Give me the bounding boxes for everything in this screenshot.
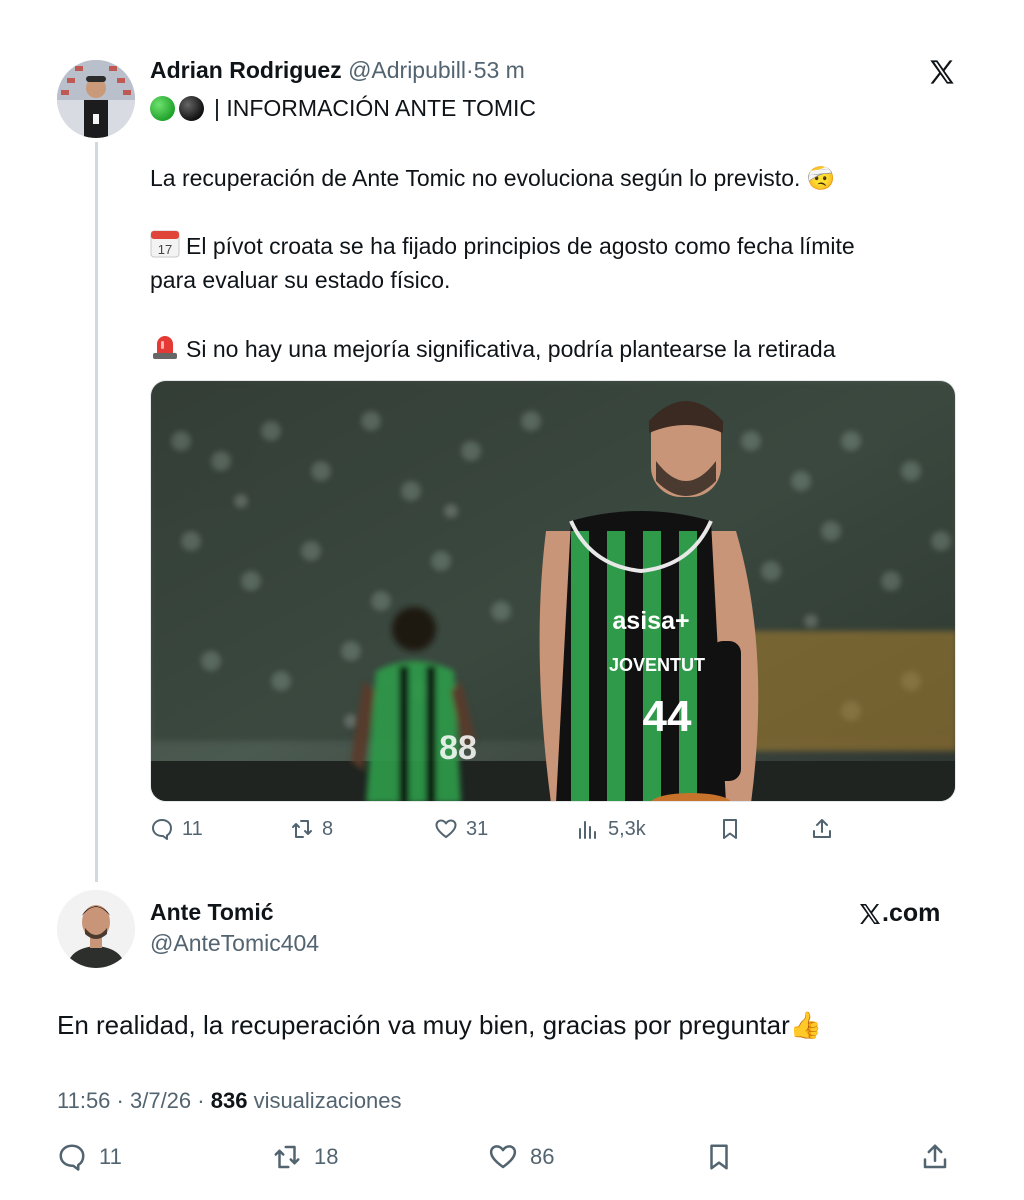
calendar-emoji-icon: 17 — [150, 228, 180, 267]
reply-tweet-text: En realidad, la recuperación va muy bien… — [57, 1010, 823, 1040]
reply-like-count: 86 — [530, 1144, 555, 1169]
repost-count: 8 — [322, 817, 334, 840]
views-button[interactable]: 5,3k — [576, 817, 646, 841]
reply-reply-button[interactable]: 11 — [57, 1142, 122, 1172]
share-icon — [813, 819, 831, 838]
calendar-day: 17 — [158, 242, 172, 257]
reply-views-label: visualizaciones — [253, 1088, 402, 1113]
like-button[interactable]: 31 — [434, 817, 488, 841]
reply-reply-count: 11 — [99, 1144, 122, 1169]
views-chart-icon — [579, 821, 596, 839]
tweet-paragraph-3: Si no hay una mejoría significativa, pod… — [150, 331, 835, 370]
reply-icon — [59, 1144, 85, 1171]
siren-emoji-icon — [150, 331, 180, 370]
jersey-team: JOVENTUT — [609, 655, 705, 675]
share-icon — [923, 1144, 947, 1169]
tweet-header: Adrian Rodriguez @Adripubill·53 m — [150, 57, 525, 84]
reply-button[interactable]: 11 — [150, 817, 203, 841]
reply-count: 11 — [182, 817, 203, 840]
headline-text: | INFORMACIÓN ANTE TOMIC — [214, 95, 537, 121]
x-com-brand[interactable]: .com — [858, 899, 940, 928]
bookmark-icon — [723, 819, 737, 839]
tweet-action-bar: 11 8 31 5,3k — [150, 815, 850, 849]
author-avatar[interactable] — [57, 60, 135, 138]
jersey-number: 44 — [643, 692, 692, 741]
author-handle[interactable]: @Adripubill — [348, 57, 466, 83]
tweet-paragraph-2-line-1: 17 El pívot croata se ha fijado principi… — [150, 228, 855, 267]
tweet-time[interactable]: 53 m — [474, 57, 525, 83]
reply-bookmark-button[interactable] — [704, 1142, 734, 1172]
like-count: 31 — [466, 817, 489, 840]
reply-views-count: 836 — [210, 1088, 248, 1113]
thread-connector-line — [95, 142, 98, 882]
brand-suffix: .com — [882, 899, 941, 927]
repost-icon — [274, 1145, 300, 1169]
x-logo-icon[interactable] — [928, 58, 956, 86]
reply-author-handle[interactable]: @AnteTomic404 — [150, 930, 319, 957]
reply-share-button[interactable] — [920, 1142, 950, 1172]
reply-action-bar: 11 18 86 — [0, 1138, 1024, 1178]
reply-tweet-meta: 11:56 · 3/7/26 · 836 visualizaciones — [57, 1088, 402, 1113]
reply-author-name[interactable]: Ante Tomić — [150, 899, 274, 926]
heart-icon — [489, 1145, 517, 1169]
reply-icon — [152, 819, 172, 840]
jersey-sponsor: asisa+ — [612, 607, 689, 635]
heart-icon — [435, 819, 457, 838]
author-name[interactable]: Adrian Rodriguez — [150, 57, 342, 83]
paragraph-2-line-1-text: El pívot croata se ha fijado principios … — [186, 233, 855, 259]
reply-time[interactable]: 11:56 — [57, 1088, 110, 1113]
tweet-paragraph-2-line-2: para evaluar su estado físico. — [150, 267, 451, 293]
repost-icon — [292, 820, 312, 838]
views-count: 5,3k — [608, 817, 646, 840]
black-circle-emoji-icon — [179, 96, 204, 121]
bookmark-button[interactable] — [718, 817, 742, 841]
back-jersey-number: 88 — [439, 729, 477, 767]
x-logo-icon — [860, 903, 880, 924]
share-button[interactable] — [810, 817, 834, 841]
paragraph-3-text: Si no hay una mejoría significativa, pod… — [186, 336, 836, 362]
reply-like-button[interactable]: 86 — [488, 1142, 554, 1172]
reply-repost-button[interactable]: 18 — [272, 1142, 338, 1172]
reply-date[interactable]: 3/7/26 — [130, 1088, 191, 1113]
headline-row: | INFORMACIÓN ANTE TOMIC — [150, 95, 536, 122]
tweet-image[interactable]: 88 asisa+ JOVENTUT 44 — [150, 380, 956, 802]
tweet-paragraph-1: La recuperación de Ante Tomic no evoluci… — [150, 165, 836, 191]
bookmark-icon — [710, 1144, 728, 1170]
reply-repost-count: 18 — [314, 1144, 339, 1169]
header-separator: · — [466, 57, 474, 83]
reply-author-avatar[interactable] — [57, 890, 135, 968]
repost-button[interactable]: 8 — [290, 817, 333, 841]
green-circle-emoji-icon — [150, 96, 175, 121]
